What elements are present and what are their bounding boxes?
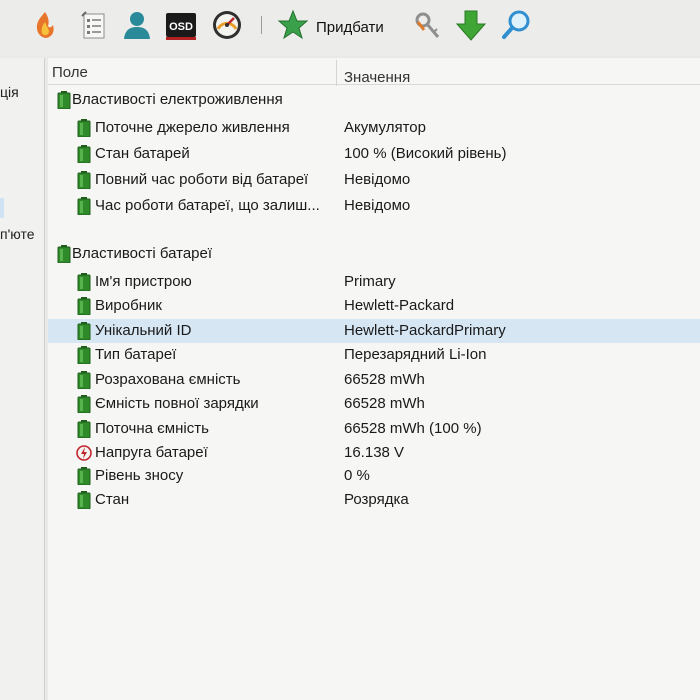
field-name: Стан — [95, 491, 130, 508]
properties-list: Поле Значення Властивості електроживленн… — [48, 58, 700, 700]
battery-icon — [76, 467, 92, 486]
battery-icon — [76, 119, 92, 138]
group-row[interactable]: Властивості електроживлення — [48, 88, 700, 112]
flame-icon[interactable] — [28, 8, 62, 42]
list-row[interactable]: Час роботи батареї, що залиш... Невідомо — [48, 194, 700, 218]
list-row[interactable]: Поточна ємність 66528 mWh (100 %) — [48, 417, 700, 441]
list-row[interactable]: Розрахована ємність 66528 mWh — [48, 368, 700, 392]
left-navigation-pane: ція п'юте — [0, 58, 45, 700]
list-row[interactable]: Стан Розрядка — [48, 488, 700, 512]
list-row[interactable]: Унікальний ID Hewlett-PackardPrimary — [48, 319, 700, 343]
field-value: Hewlett-PackardPrimary — [344, 322, 506, 339]
field-name: Поточна ємність — [95, 420, 209, 437]
field-name: Унікальний ID — [95, 322, 192, 339]
key-icon[interactable] — [410, 8, 444, 42]
battery-icon — [76, 395, 92, 414]
battery-icon — [76, 145, 92, 164]
checklist-icon[interactable] — [76, 8, 110, 42]
column-header-field[interactable]: Поле — [52, 64, 88, 81]
left-pane-item[interactable]: п'юте — [0, 226, 35, 242]
list-row[interactable]: Рівень зносу 0 % — [48, 464, 700, 488]
list-row[interactable]: Ємність повної зарядки 66528 mWh — [48, 392, 700, 416]
list-row[interactable]: Повний час роботи від батареї Невідомо — [48, 168, 700, 192]
field-value: 16.138 V — [344, 444, 405, 461]
field-value: Розрядка — [344, 491, 409, 508]
voltage-icon — [76, 444, 92, 462]
field-value: 100 % (Високий рівень) — [344, 145, 507, 162]
battery-icon — [76, 273, 92, 292]
column-header-value[interactable]: Значення — [344, 69, 410, 86]
list-row[interactable]: Напруга батареї 16.138 V — [48, 441, 700, 465]
field-value: Невідомо — [344, 197, 411, 214]
field-name: Виробник — [95, 297, 162, 314]
field-name: Ємність повної зарядки — [95, 395, 259, 412]
field-name: Поточне джерело живлення — [95, 119, 290, 136]
battery-icon — [76, 171, 92, 190]
toolbar-separator — [261, 16, 262, 34]
field-name: Час роботи батареї, що залиш... — [95, 197, 320, 214]
battery-icon — [56, 91, 72, 110]
battery-icon — [76, 297, 92, 316]
field-name: Напруга батареї — [95, 444, 208, 461]
list-row[interactable]: Поточне джерело живлення Акумулятор — [48, 116, 700, 140]
list-row[interactable]: Виробник Hewlett-Packard — [48, 294, 700, 318]
toolbar: OSD Придбати — [0, 0, 700, 56]
battery-icon — [76, 322, 92, 341]
field-value: 66528 mWh — [344, 371, 425, 388]
field-value: Primary — [344, 273, 396, 290]
battery-icon — [76, 420, 92, 439]
left-pane-selection — [0, 198, 4, 218]
group-title: Властивості батареї — [72, 245, 213, 262]
group-title: Властивості електроживлення — [72, 91, 283, 108]
field-value: Перезарядний Li-Ion — [344, 346, 487, 363]
search-icon[interactable] — [500, 8, 534, 42]
field-value: 0 % — [344, 467, 370, 484]
battery-icon — [76, 371, 92, 390]
field-name: Розрахована ємність — [95, 371, 241, 388]
column-separator[interactable] — [336, 60, 337, 86]
field-name: Стан батарей — [95, 145, 190, 162]
svg-text:OSD: OSD — [169, 21, 193, 33]
list-row[interactable]: Ім'я пристрою Primary — [48, 270, 700, 294]
battery-icon — [76, 197, 92, 216]
left-pane-item[interactable]: ція — [0, 84, 19, 100]
field-value: Hewlett-Packard — [344, 297, 455, 314]
field-value: 66528 mWh (100 %) — [344, 420, 482, 437]
list-header: Поле Значення — [48, 58, 700, 86]
download-arrow-icon[interactable] — [454, 8, 488, 42]
battery-icon — [76, 491, 92, 510]
field-value: 66528 mWh — [344, 395, 425, 412]
field-value: Невідомо — [344, 171, 411, 188]
field-name: Тип батареї — [95, 346, 177, 363]
field-name: Повний час роботи від батареї — [95, 171, 309, 188]
list-row[interactable]: Стан батарей 100 % (Високий рівень) — [48, 142, 700, 166]
field-name: Ім'я пристрою — [95, 273, 192, 290]
list-row[interactable]: Тип батареї Перезарядний Li-Ion — [48, 343, 700, 367]
group-row[interactable]: Властивості батареї — [48, 242, 700, 266]
field-value: Акумулятор — [344, 119, 426, 136]
add-star-icon[interactable] — [276, 8, 310, 42]
gauge-icon[interactable] — [210, 8, 244, 42]
battery-icon — [56, 245, 72, 264]
add-button-label[interactable]: Придбати — [316, 19, 384, 36]
battery-icon — [76, 346, 92, 365]
field-name: Рівень зносу — [95, 467, 184, 484]
osd-icon[interactable]: OSD — [164, 8, 198, 42]
user-icon[interactable] — [120, 8, 154, 42]
